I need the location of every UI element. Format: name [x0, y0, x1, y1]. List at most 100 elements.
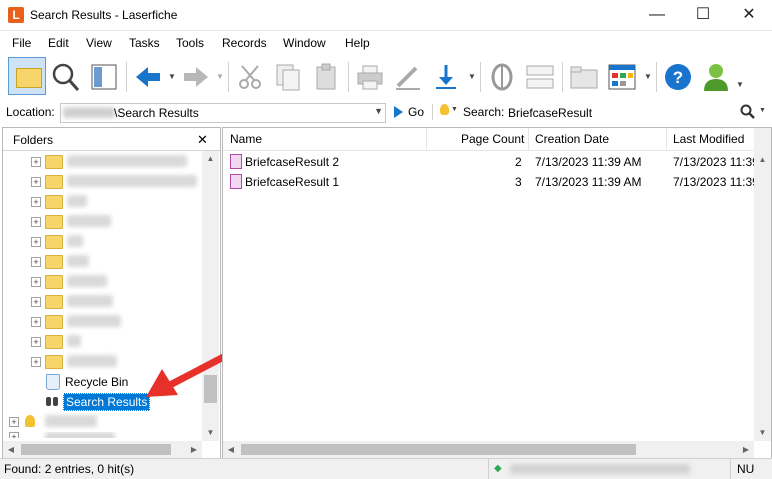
tree-folder[interactable]: +	[3, 252, 203, 272]
scroll-thumb[interactable]	[21, 444, 171, 455]
scroll-thumb[interactable]	[241, 444, 636, 455]
expand-icon[interactable]: +	[31, 157, 41, 167]
new-folder-button[interactable]	[568, 60, 600, 94]
run-search-button[interactable]: ▼	[740, 103, 768, 121]
paste-icon	[316, 63, 336, 90]
table-row[interactable]: BriefcaseResult 1 3 7/13/2023 11:39 AM 7…	[223, 172, 759, 192]
expand-icon[interactable]: +	[31, 337, 41, 347]
tree-repository[interactable]: +	[3, 412, 203, 432]
tree-folder[interactable]: +	[3, 312, 203, 332]
back-dropdown-icon[interactable]: ▼	[168, 72, 176, 81]
expand-icon[interactable]: +	[31, 217, 41, 227]
folder-icon	[45, 335, 63, 349]
tree-folder[interactable]: +	[3, 232, 203, 252]
search-type-button[interactable]: ▼	[438, 102, 460, 120]
results-vertical-scrollbar[interactable]: ▲ ▼	[754, 128, 771, 441]
tree-folder[interactable]: +	[3, 192, 203, 212]
tree-repository[interactable]: +	[3, 432, 203, 438]
results-horizontal-scrollbar[interactable]: ◀ ▶	[223, 441, 754, 458]
scroll-up-icon[interactable]: ▲	[202, 151, 219, 167]
maximize-button[interactable]: ☐	[680, 0, 726, 30]
menu-tasks[interactable]: Tasks	[129, 36, 160, 50]
fields-button[interactable]	[524, 60, 556, 94]
folder-icon	[45, 195, 63, 209]
column-divider[interactable]	[426, 128, 427, 150]
close-window-button[interactable]: ✕	[726, 0, 772, 30]
ocr-button[interactable]	[486, 60, 518, 94]
folders-horizontal-scrollbar[interactable]: ◀ ▶	[3, 441, 202, 458]
back-button[interactable]	[132, 60, 164, 94]
tree-folder[interactable]: +	[3, 292, 203, 312]
status-divider	[488, 459, 489, 479]
import-button[interactable]	[430, 60, 462, 94]
user-dropdown-icon[interactable]: ▼	[736, 80, 744, 89]
row-last-modified: 7/13/2023 11:39	[673, 175, 759, 189]
expand-icon[interactable]: +	[31, 257, 41, 267]
column-header-last-modified[interactable]: Last Modified	[673, 132, 744, 146]
tree-folder[interactable]: +	[3, 152, 203, 172]
menu-window[interactable]: Window	[283, 36, 326, 50]
menu-records[interactable]: Records	[222, 36, 267, 50]
expand-icon[interactable]: +	[31, 197, 41, 207]
tree-folder[interactable]: +	[3, 212, 203, 232]
location-input[interactable]: \Search Results ▼	[60, 103, 386, 123]
pen-icon	[396, 66, 420, 90]
paste-button[interactable]	[310, 60, 342, 94]
layout-button[interactable]	[606, 60, 638, 94]
copy-button[interactable]	[272, 60, 304, 94]
tree-folder[interactable]: +	[3, 272, 203, 292]
status-bar: Found: 2 entries, 0 hit(s) ◆ NU	[0, 458, 772, 479]
forward-dropdown-icon[interactable]: ▼	[216, 72, 224, 81]
tree-folder[interactable]: +	[3, 172, 203, 192]
menu-file[interactable]: File	[12, 36, 31, 50]
help-button[interactable]: ?	[662, 60, 694, 94]
expand-icon[interactable]: +	[31, 177, 41, 187]
user-button[interactable]	[700, 60, 732, 94]
expand-icon[interactable]: +	[9, 417, 19, 427]
forward-button[interactable]	[180, 60, 212, 94]
tree-repository-label-redacted	[45, 415, 97, 427]
expand-icon[interactable]: +	[31, 297, 41, 307]
row-page-count: 2	[515, 155, 522, 169]
folders-icon	[16, 68, 42, 88]
expand-icon[interactable]: +	[31, 237, 41, 247]
layout-dropdown-icon[interactable]: ▼	[644, 72, 652, 81]
location-dropdown-icon[interactable]: ▼	[374, 106, 383, 116]
scroll-down-icon[interactable]: ▼	[202, 425, 219, 441]
minimize-button[interactable]: —	[634, 0, 680, 30]
expand-icon[interactable]: +	[31, 317, 41, 327]
menu-tools[interactable]: Tools	[176, 36, 204, 50]
import-dropdown-icon[interactable]: ▼	[468, 72, 476, 81]
expand-icon[interactable]: +	[31, 357, 41, 367]
expand-icon[interactable]: +	[31, 277, 41, 287]
scroll-right-icon[interactable]: ▶	[738, 441, 754, 458]
search-input[interactable]: BriefcaseResult	[505, 103, 735, 123]
column-header-creation-date[interactable]: Creation Date	[535, 132, 609, 146]
column-divider[interactable]	[528, 128, 529, 150]
table-row[interactable]: BriefcaseResult 2 2 7/13/2023 11:39 AM 7…	[223, 152, 759, 172]
folders-toggle-button[interactable]	[8, 57, 46, 95]
scroll-up-icon[interactable]: ▲	[754, 152, 771, 168]
column-divider[interactable]	[666, 128, 667, 150]
back-arrow-icon	[136, 67, 160, 87]
column-header-name[interactable]: Name	[230, 132, 262, 146]
scroll-left-icon[interactable]: ◀	[3, 441, 19, 458]
scroll-right-icon[interactable]: ▶	[186, 441, 202, 458]
print-button[interactable]	[354, 60, 386, 94]
ocr-icon	[491, 63, 513, 91]
copy-icon	[276, 64, 300, 91]
metadata-button[interactable]	[88, 60, 120, 94]
menu-help[interactable]: Help	[345, 36, 370, 50]
scroll-left-icon[interactable]: ◀	[223, 441, 239, 458]
search-button[interactable]	[50, 60, 82, 94]
menu-edit[interactable]: Edit	[48, 36, 69, 50]
menu-view[interactable]: View	[86, 36, 112, 50]
annotate-button[interactable]	[392, 60, 424, 94]
folders-pane-close-button[interactable]: ✕	[197, 132, 208, 148]
expand-icon[interactable]: +	[9, 432, 19, 438]
cut-button[interactable]	[234, 60, 266, 94]
scroll-down-icon[interactable]: ▼	[754, 425, 771, 441]
toolbar-separator	[432, 104, 433, 120]
column-header-page-count[interactable]: Page Count	[461, 132, 524, 146]
go-button[interactable]: Go	[392, 104, 428, 120]
